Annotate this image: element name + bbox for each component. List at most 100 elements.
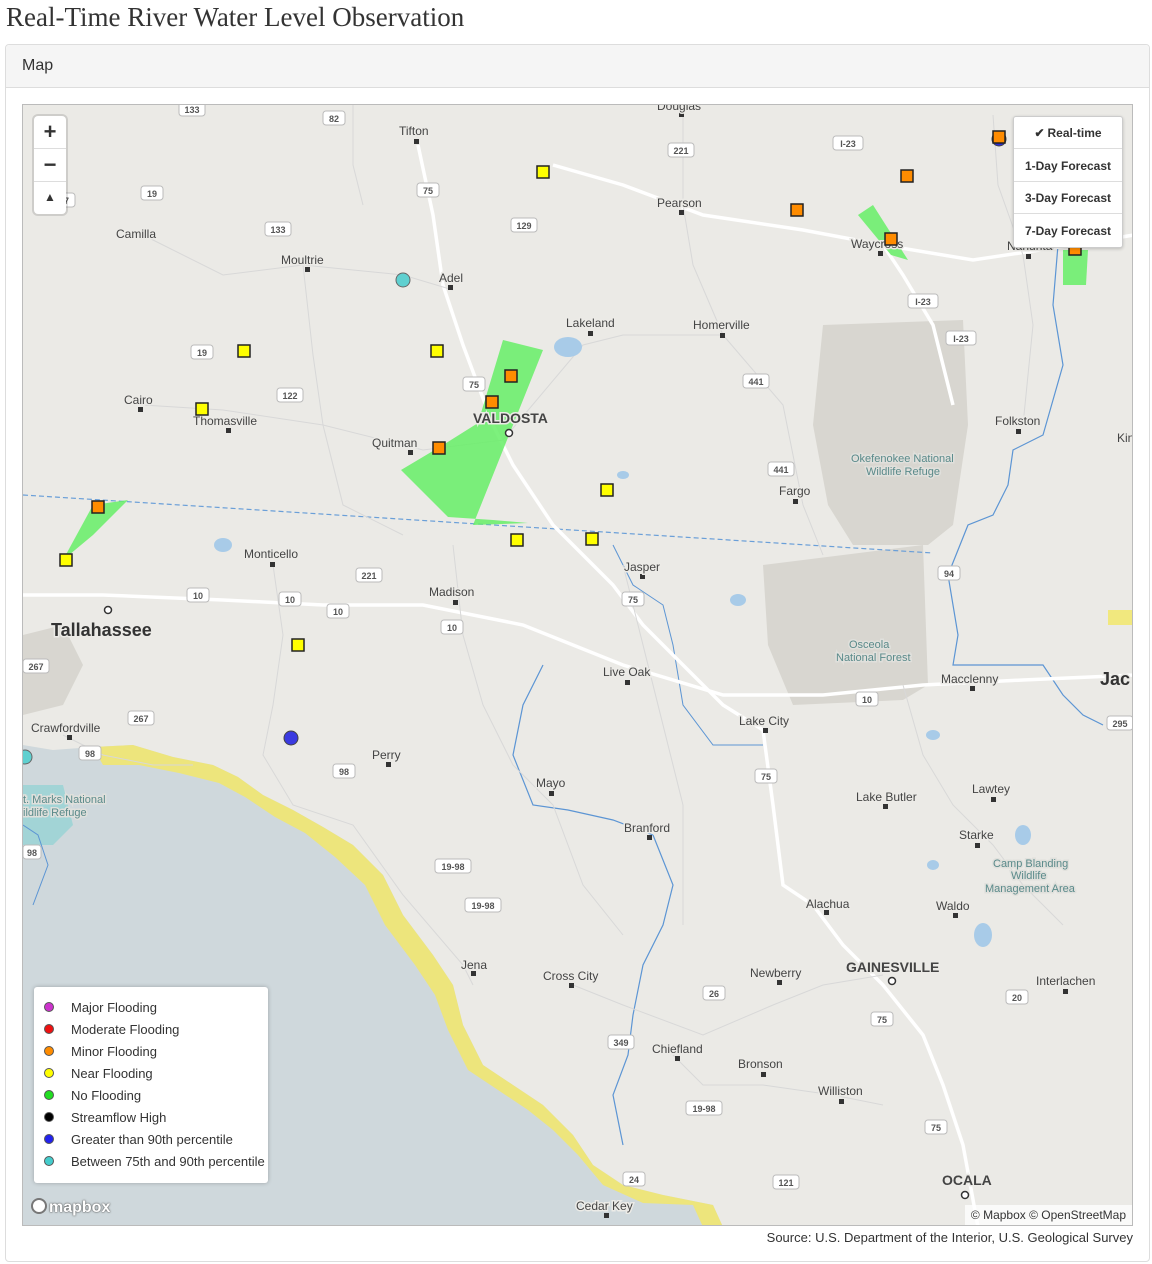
svg-text:Jac: Jac	[1100, 669, 1130, 689]
svg-text:I-23: I-23	[915, 297, 931, 307]
zoom-controls: + − ▲	[34, 116, 66, 214]
svg-text:I-23: I-23	[840, 139, 856, 149]
gauge-above-90th[interactable]	[283, 730, 299, 746]
gauge-near-flooding[interactable]	[195, 402, 209, 416]
svg-text:129: 129	[516, 221, 531, 231]
svg-text:VALDOSTA: VALDOSTA	[473, 410, 548, 426]
svg-text:19-98: 19-98	[441, 862, 464, 872]
gauge-near-flooding[interactable]	[510, 533, 524, 547]
svg-text:Fargo: Fargo	[779, 484, 811, 498]
svg-text:19-98: 19-98	[692, 1104, 715, 1114]
lake-d	[927, 860, 939, 870]
gauge-minor-flooding[interactable]	[485, 395, 499, 409]
suwannee-river-a	[512, 664, 654, 836]
svg-text:Wildlife: Wildlife	[1011, 870, 1046, 882]
svg-text:98: 98	[27, 848, 37, 858]
legend-swatch	[44, 1112, 54, 1122]
gauge-75-90th[interactable]	[23, 749, 33, 765]
svg-text:Monticello: Monticello	[244, 547, 298, 561]
lake-e	[214, 538, 232, 552]
svg-text:ildlife Refuge: ildlife Refuge	[23, 807, 87, 819]
gauge-minor-flooding[interactable]	[432, 441, 446, 455]
svg-text:Cedar Key: Cedar Key	[576, 1199, 633, 1213]
gauge-minor-flooding[interactable]	[790, 203, 804, 217]
gauge-near-flooding[interactable]	[237, 344, 251, 358]
forecast-option-realtime[interactable]: ✔ Real-time	[1014, 117, 1122, 149]
svg-text:Adel: Adel	[439, 271, 463, 285]
svg-text:349: 349	[613, 1038, 628, 1048]
suwannee-river-b	[612, 834, 674, 1146]
forecast-selector: ✔ Real-time 1-Day Forecast 3-Day Forecast…	[1013, 116, 1123, 248]
st-marys-river	[947, 244, 1104, 726]
svg-text:267: 267	[28, 662, 43, 672]
svg-text:19: 19	[197, 348, 207, 358]
gauge-minor-flooding[interactable]	[91, 500, 105, 514]
legend-swatch	[44, 1024, 54, 1034]
svg-text:82: 82	[329, 114, 339, 124]
svg-text:121: 121	[778, 1178, 793, 1188]
svg-text:19-98: 19-98	[471, 901, 494, 911]
map-view[interactable]: 133 82 221 I-23 19 27 133 129 75 I-23 I-…	[22, 104, 1133, 1226]
gauge-near-flooding[interactable]	[291, 638, 305, 652]
compass-icon[interactable]: ▲	[34, 182, 66, 214]
okefenokee-area	[813, 320, 968, 545]
svg-text:75: 75	[931, 1123, 941, 1133]
svg-text:Waldo: Waldo	[936, 899, 970, 913]
source-caption: Source: U.S. Department of the Interior,…	[766, 1230, 1133, 1245]
svg-text:19: 19	[147, 189, 157, 199]
mapbox-logo[interactable]: mapbox	[31, 1197, 131, 1219]
zoom-in-button[interactable]: +	[34, 116, 66, 149]
page-title: Real-Time River Water Level Observation	[6, 2, 465, 32]
svg-text:267: 267	[133, 714, 148, 724]
svg-text:Wildlife Refuge: Wildlife Refuge	[866, 466, 940, 478]
gauge-minor-flooding[interactable]	[992, 130, 1006, 144]
gauge-minor-flooding[interactable]	[504, 369, 518, 383]
svg-text:Management Area: Management Area	[985, 883, 1076, 895]
svg-text:Macclenny: Macclenny	[941, 672, 998, 686]
lake-f	[617, 471, 629, 479]
svg-text:Camilla: Camilla	[116, 227, 156, 241]
svg-text:Homerville: Homerville	[693, 318, 750, 332]
legend-swatch	[44, 1068, 54, 1078]
svg-text:Tifton: Tifton	[399, 124, 429, 138]
svg-text:10: 10	[193, 591, 203, 601]
gauge-near-flooding[interactable]	[430, 344, 444, 358]
svg-text:295: 295	[1112, 719, 1127, 729]
gauge-near-flooding[interactable]	[585, 532, 599, 546]
gauge-minor-flooding[interactable]	[884, 232, 898, 246]
forecast-option-1day[interactable]: 1-Day Forecast	[1014, 150, 1122, 182]
check-icon: ✔	[1034, 126, 1045, 140]
lake-c	[974, 923, 992, 947]
map-attribution[interactable]: © Mapbox © OpenStreetMap	[964, 1205, 1132, 1225]
svg-text:24: 24	[629, 1175, 639, 1185]
coastal-zone-east	[1108, 610, 1132, 625]
gauge-minor-flooding[interactable]	[900, 169, 914, 183]
zoom-out-button[interactable]: −	[34, 149, 66, 182]
svg-text:10: 10	[333, 607, 343, 617]
svg-text:122: 122	[282, 391, 297, 401]
svg-text:221: 221	[361, 571, 376, 581]
svg-text:75: 75	[423, 186, 433, 196]
svg-text:10: 10	[285, 595, 295, 605]
gauge-near-flooding[interactable]	[600, 483, 614, 497]
svg-text:98: 98	[85, 749, 95, 759]
svg-text:Branford: Branford	[624, 821, 670, 835]
svg-text:I-23: I-23	[953, 334, 969, 344]
gauge-75-90th[interactable]	[395, 272, 411, 288]
svg-text:Bronson: Bronson	[738, 1057, 783, 1071]
forecast-option-7day[interactable]: 7-Day Forecast	[1014, 215, 1122, 247]
panel-heading-label: Map	[22, 57, 54, 74]
osceola-area	[763, 545, 928, 705]
svg-text:GAINESVILLE: GAINESVILLE	[846, 959, 939, 975]
forecast-option-3day[interactable]: 3-Day Forecast	[1014, 182, 1122, 214]
gauge-near-flooding[interactable]	[59, 553, 73, 567]
gauge-near-flooding[interactable]	[536, 165, 550, 179]
svg-text:Williston: Williston	[818, 1084, 863, 1098]
svg-text:Pearson: Pearson	[657, 196, 702, 210]
svg-text:133: 133	[184, 105, 199, 115]
svg-text:10: 10	[447, 623, 457, 633]
svg-text:75: 75	[469, 380, 479, 390]
svg-text:26: 26	[709, 989, 719, 999]
svg-text:441: 441	[748, 377, 763, 387]
panel-heading: Map	[6, 45, 1149, 88]
